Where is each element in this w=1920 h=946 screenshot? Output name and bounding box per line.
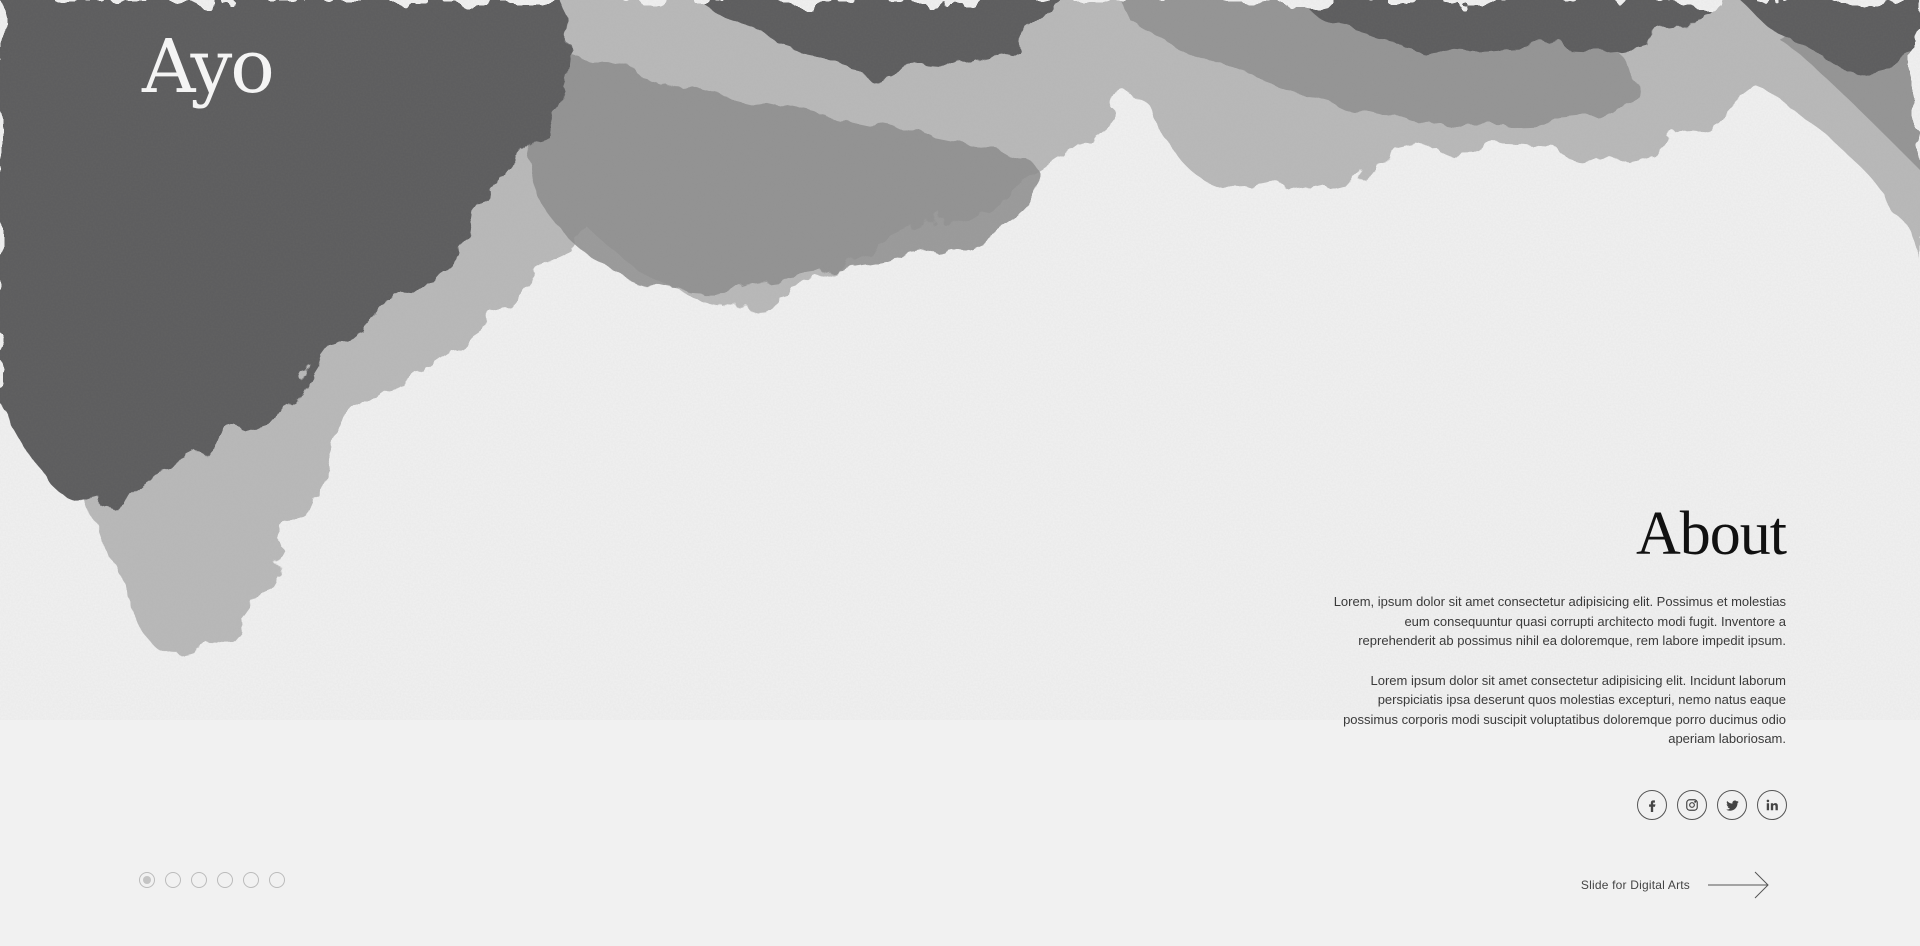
about-paragraph-2: Lorem ipsum dolor sit amet consectetur a… xyxy=(1343,672,1786,747)
pagination-dot[interactable] xyxy=(217,872,233,888)
pagination-dot[interactable] xyxy=(243,872,259,888)
social-links xyxy=(1637,790,1787,820)
slide-pagination xyxy=(139,872,285,888)
about-paragraph-1: Lorem, ipsum dolor sit amet consectetur … xyxy=(1333,594,1786,649)
page: Ayo About Lorem, ipsum dolor sit amet co… xyxy=(0,0,1920,946)
linkedin-icon xyxy=(1766,799,1778,811)
next-slide-link[interactable]: Slide for Digital Arts xyxy=(1581,870,1770,900)
facebook-link[interactable] xyxy=(1637,790,1667,820)
site-logo[interactable]: Ayo xyxy=(142,30,275,104)
pagination-dot[interactable] xyxy=(165,872,181,888)
instagram-link[interactable] xyxy=(1677,790,1707,820)
pagination-dot[interactable] xyxy=(191,872,207,888)
about-title: About xyxy=(1636,500,1787,568)
pagination-dot[interactable] xyxy=(139,872,155,888)
pagination-dot[interactable] xyxy=(269,872,285,888)
about-section: About Lorem, ipsum dolor sit amet consec… xyxy=(1326,500,1787,769)
linkedin-link[interactable] xyxy=(1757,790,1787,820)
next-slide-label: Slide for Digital Arts xyxy=(1580,878,1690,892)
facebook-icon xyxy=(1649,800,1656,812)
arrow-right-icon xyxy=(1708,871,1769,899)
instagram-icon xyxy=(1686,799,1698,811)
twitter-icon xyxy=(1725,800,1739,811)
twitter-link[interactable] xyxy=(1717,790,1747,820)
